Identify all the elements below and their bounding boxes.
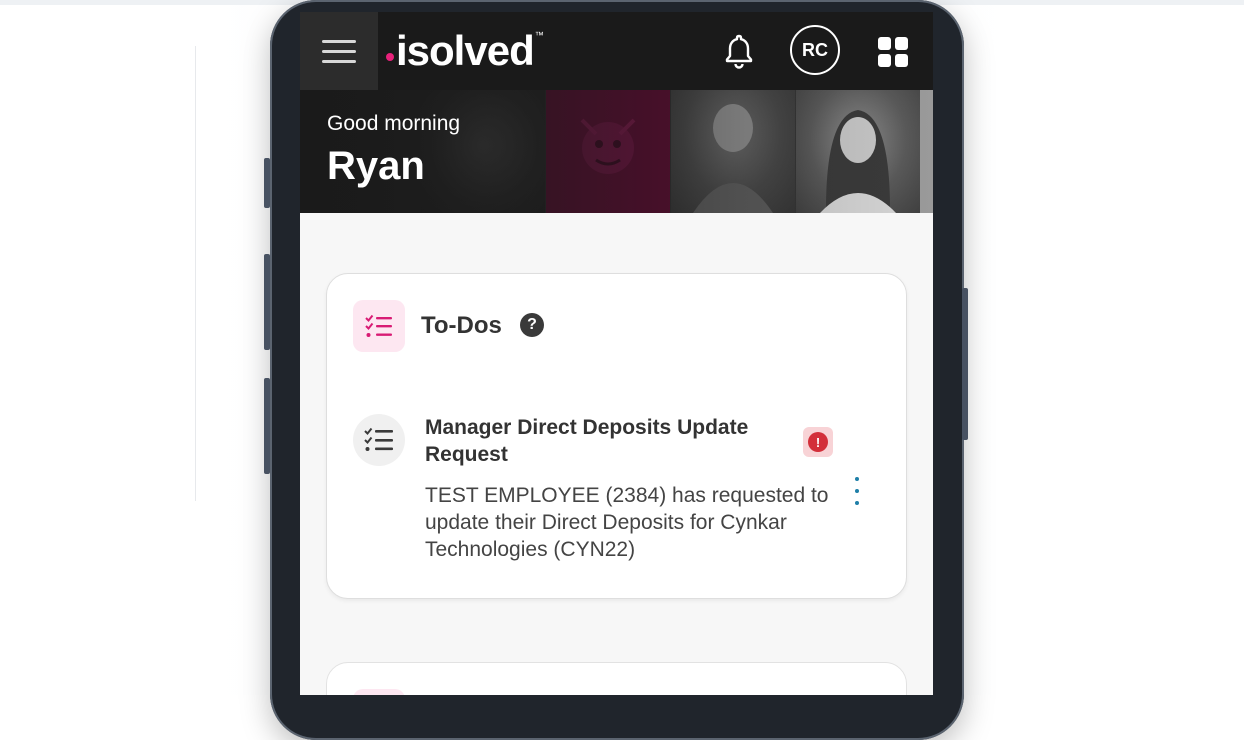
todo-item-title[interactable]: Manager Direct Deposits Update Request — [425, 414, 795, 468]
card-icon — [353, 689, 405, 695]
grid-cell — [895, 37, 908, 50]
phone-side-button-volume-down — [264, 378, 270, 474]
phone-side-button-mute — [264, 158, 270, 208]
grid-cell — [878, 54, 891, 67]
todos-title: To-Dos — [421, 312, 502, 339]
alert-badge: ! — [803, 427, 833, 457]
kebab-dot — [855, 501, 859, 505]
app-grid-icon[interactable] — [878, 37, 908, 67]
grid-cell — [895, 54, 908, 67]
isolved-logo[interactable]: isolved ™ — [386, 26, 544, 76]
phone-side-button-power — [962, 288, 968, 440]
exclamation-icon: ! — [808, 432, 828, 452]
hamburger-menu-icon[interactable] — [300, 12, 378, 90]
notification-bell-icon[interactable] — [718, 30, 760, 72]
welcome-banner: Good morning Ryan — [300, 90, 933, 213]
next-card — [326, 662, 907, 695]
menu-bar — [322, 59, 356, 63]
kebab-dot — [855, 489, 859, 493]
greeting-text: Good morning — [327, 112, 461, 135]
left-divider — [195, 46, 196, 501]
todo-item-description: TEST EMPLOYEE (2384) has requested to up… — [425, 484, 829, 561]
grid-cell — [878, 37, 891, 50]
checklist-icon — [353, 300, 405, 352]
help-icon[interactable]: ? — [520, 313, 544, 337]
menu-bar — [322, 39, 356, 43]
phone-screen: isolved ™ RC Good morning Ryan To-Dos ? … — [300, 12, 933, 695]
menu-bar — [322, 49, 356, 53]
kebab-dot — [855, 477, 859, 481]
logo-trademark: ™ — [534, 30, 544, 40]
logo-text: isolved — [396, 27, 535, 74]
logo-dot — [386, 53, 394, 61]
more-options-icon[interactable] — [849, 477, 865, 505]
todos-card: To-Dos ? Manager Direct Deposits Update … — [326, 273, 907, 599]
user-avatar[interactable]: RC — [790, 25, 840, 75]
checklist-icon — [353, 414, 405, 466]
app-header: isolved ™ RC — [300, 12, 933, 90]
phone-side-button-volume-up — [264, 254, 270, 350]
user-first-name: Ryan — [327, 144, 425, 188]
